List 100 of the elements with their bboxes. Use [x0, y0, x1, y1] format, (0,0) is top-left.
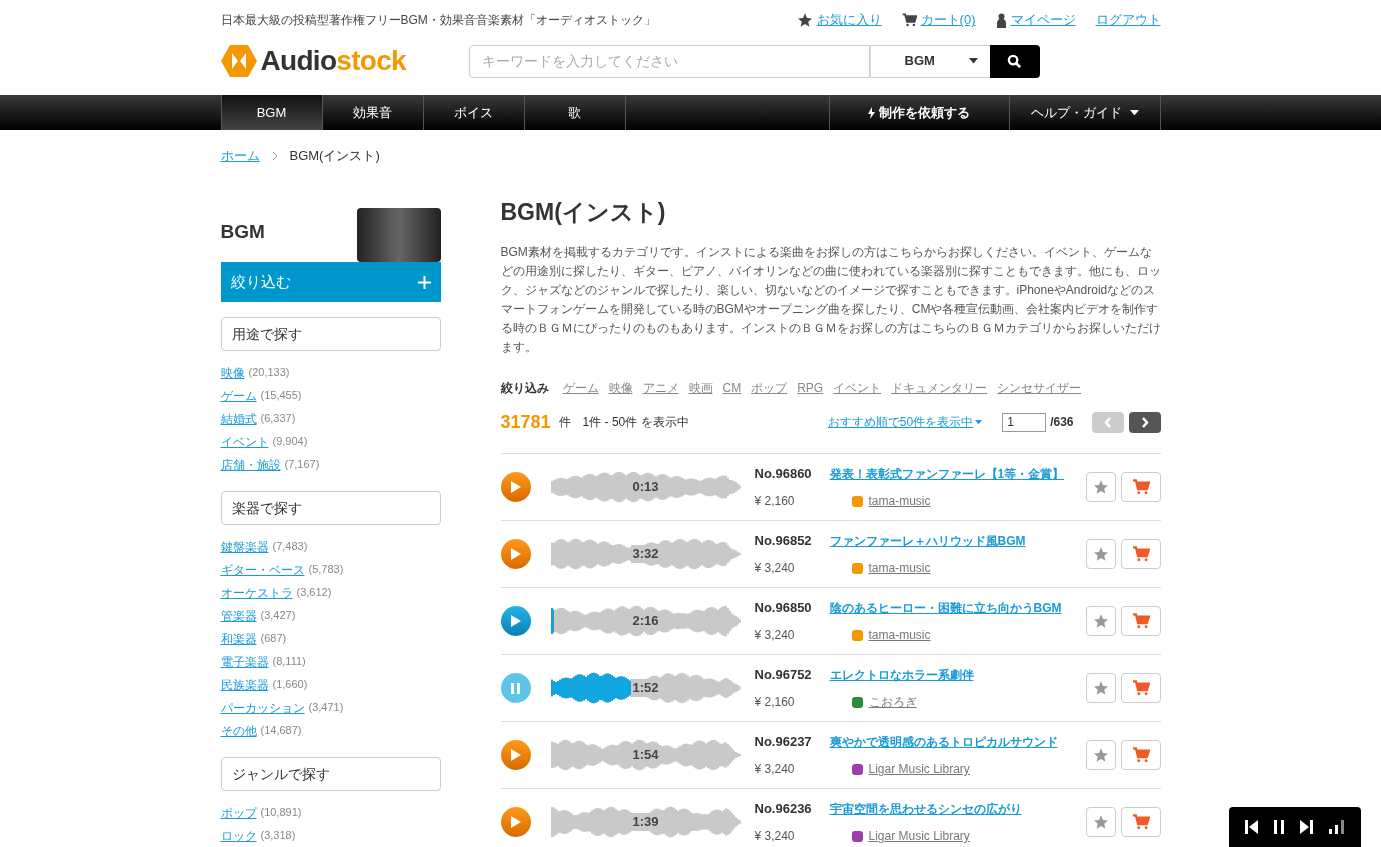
caret-icon: [1129, 109, 1139, 116]
category-select[interactable]: BGM: [869, 44, 990, 78]
star-icon: [1092, 814, 1109, 830]
artist-link[interactable]: tama-music: [868, 626, 931, 645]
filter-tag[interactable]: ポップ: [751, 379, 788, 397]
help-menu[interactable]: ヘルプ・ガイド: [1009, 95, 1161, 130]
artist-link[interactable]: tama-music: [868, 492, 931, 511]
filter-tag[interactable]: 映像: [608, 379, 633, 397]
category-count: (3,318): [260, 828, 296, 844]
filter-tag[interactable]: ゲーム: [562, 379, 599, 397]
cart-icon: [1131, 479, 1150, 495]
category-link[interactable]: オーケストラ: [220, 583, 293, 602]
track-number: No.96752: [754, 665, 813, 684]
request-link[interactable]: 制作を依頼する: [829, 95, 1010, 130]
filter-tag[interactable]: ドキュメンタリー: [891, 379, 988, 397]
skip-forward-icon[interactable]: [1300, 820, 1313, 834]
pause-icon[interactable]: [1274, 820, 1284, 834]
track-title-link[interactable]: エレクトロなホラー系劇伴: [829, 665, 974, 684]
audiostock-logo[interactable]: Audiostock: [220, 40, 469, 82]
nav-tab[interactable]: 歌: [524, 95, 626, 130]
filter-tag[interactable]: アニメ: [642, 379, 679, 397]
header-link[interactable]: ログアウト: [1095, 10, 1161, 30]
track-title-link[interactable]: 陰のあるヒーロー・困難に立ち向かうBGM: [829, 598, 1062, 617]
category-link[interactable]: 民族楽器: [220, 675, 269, 694]
favorite-button[interactable]: [1085, 606, 1116, 636]
add-to-cart-button[interactable]: [1120, 539, 1161, 569]
add-to-cart-button[interactable]: [1120, 472, 1161, 502]
category-link[interactable]: 電子楽器: [220, 652, 269, 671]
search-field[interactable]: キーワードを入力してください: [468, 44, 870, 78]
favorite-button[interactable]: [1085, 472, 1116, 502]
add-to-cart-button[interactable]: [1120, 673, 1161, 703]
track-title-link[interactable]: 発表！表彰式ファンファーレ【1等・金賞】: [829, 464, 1065, 483]
track-title-link[interactable]: 宇宙空間を思わせるシンセの広がり: [829, 799, 1022, 818]
artist-link[interactable]: tama-music: [868, 559, 931, 578]
page-field[interactable]: 1: [1002, 412, 1047, 432]
filter-tag[interactable]: 映画: [688, 379, 713, 397]
category-count: (10,891): [260, 805, 302, 821]
favorite-button[interactable]: [1085, 539, 1116, 569]
header-link[interactable]: マイページ: [995, 10, 1076, 30]
category-link[interactable]: 管楽器: [220, 606, 257, 625]
next-page-button[interactable]: [1128, 411, 1161, 433]
skip-back-icon[interactable]: [1245, 820, 1258, 834]
search-button[interactable]: [989, 44, 1040, 78]
header-link[interactable]: お気に入り: [796, 10, 882, 30]
play-button[interactable]: [500, 606, 531, 636]
nav-tab[interactable]: 効果音: [322, 95, 424, 130]
section-heading: 楽器で探す: [220, 491, 441, 525]
category-link[interactable]: 結婚式: [220, 409, 257, 428]
track-price: ¥ 2,160: [754, 694, 796, 712]
plus-icon: [417, 275, 431, 289]
category-link[interactable]: ギター・ベース: [220, 560, 305, 579]
favorite-button[interactable]: [1085, 740, 1116, 770]
sort-dropdown[interactable]: おすすめ順で50件を表示中: [827, 413, 983, 431]
category-link[interactable]: 映像: [220, 363, 245, 382]
play-button[interactable]: [500, 539, 531, 569]
filter-tag[interactable]: RPG: [797, 379, 824, 397]
play-icon: [510, 816, 521, 828]
filter-tag[interactable]: CM: [722, 379, 742, 397]
volume-icon[interactable]: [1329, 820, 1345, 834]
artist-link[interactable]: Ligar Music Library: [868, 827, 970, 846]
category-link[interactable]: イベント: [220, 432, 269, 451]
category-link[interactable]: 店舗・施設: [220, 455, 281, 474]
track-title-link[interactable]: 爽やかで透明感のあるトロピカルサウンド: [829, 732, 1058, 751]
category-link[interactable]: ポップ: [220, 803, 257, 822]
nav-tab[interactable]: ボイス: [423, 95, 525, 130]
result-count: 31781: [500, 410, 551, 434]
filter-button[interactable]: 絞り込む: [220, 262, 441, 302]
category-link[interactable]: ロック: [220, 826, 257, 845]
track-price: ¥ 3,240: [754, 627, 796, 645]
play-button[interactable]: [500, 740, 531, 770]
play-button[interactable]: [500, 807, 531, 837]
category-link[interactable]: 和楽器: [220, 629, 257, 648]
add-to-cart-button[interactable]: [1120, 740, 1161, 770]
filter-tag[interactable]: イベント: [833, 379, 882, 397]
breadcrumb-link[interactable]: ホーム: [220, 146, 260, 166]
category-count: (3,612): [296, 585, 332, 601]
page-title: BGM(インスト): [500, 198, 667, 227]
play-icon: [510, 481, 521, 493]
category-link[interactable]: パーカッション: [220, 698, 305, 717]
category-link[interactable]: ゲーム: [220, 386, 257, 405]
track-title-link[interactable]: ファンファーレ＋ハリウッド風BGM: [829, 531, 1026, 550]
category-link[interactable]: その他: [220, 721, 257, 740]
add-to-cart-button[interactable]: [1120, 606, 1161, 636]
header-link[interactable]: カート(0): [901, 10, 976, 30]
category-link[interactable]: 鍵盤楽器: [220, 537, 269, 556]
add-to-cart-button[interactable]: [1120, 807, 1161, 837]
play-icon: [510, 615, 521, 627]
favorite-button[interactable]: [1085, 807, 1116, 837]
nav-tab[interactable]: BGM: [221, 95, 323, 130]
artist-link[interactable]: こおろぎ: [868, 693, 917, 712]
category-count: (9,904): [272, 434, 308, 450]
logo-text: stock: [336, 45, 406, 76]
filter-tag[interactable]: シンセサイザー: [997, 379, 1082, 397]
artist-link[interactable]: Ligar Music Library: [868, 760, 970, 779]
page-total: /636: [1050, 414, 1074, 431]
cart-icon: [1131, 747, 1150, 763]
play-button[interactable]: [500, 472, 531, 502]
pause-button[interactable]: [500, 673, 531, 703]
track-number: No.96236: [754, 799, 813, 818]
favorite-button[interactable]: [1085, 673, 1116, 703]
